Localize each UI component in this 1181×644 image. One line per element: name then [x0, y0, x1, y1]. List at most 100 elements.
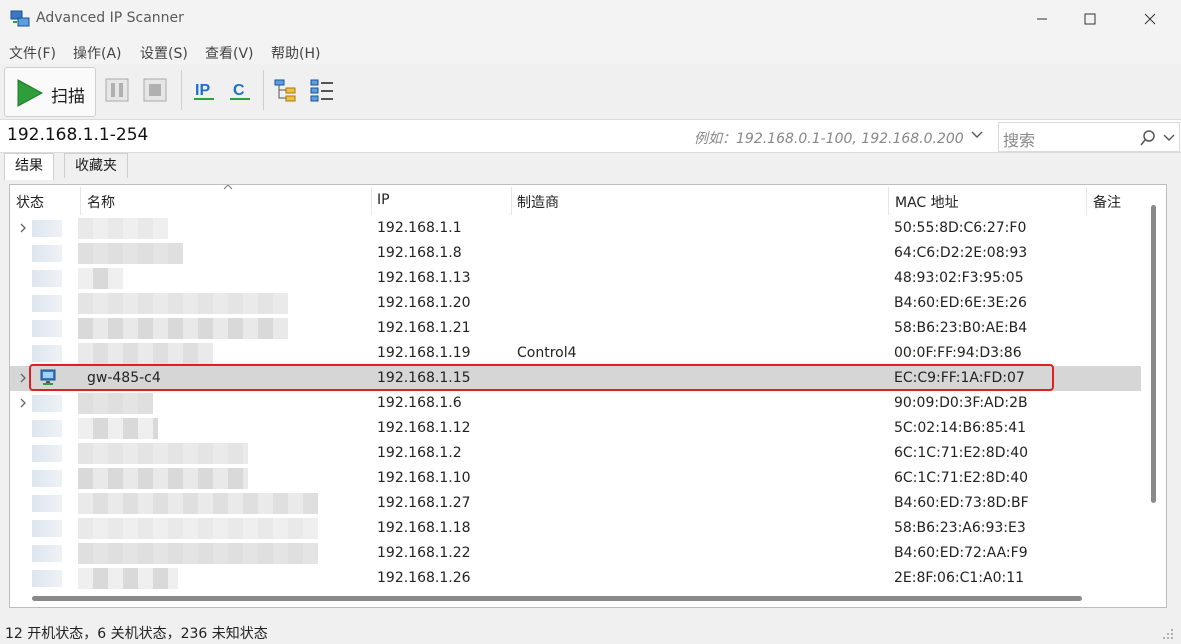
c-button-label: C — [233, 82, 245, 99]
cell-mac: 50:55:8D:C6:27:F0 — [894, 220, 1027, 236]
app-window: Advanced IP Scanner 文件(F) 操作(A) 设置(S) 查看… — [0, 0, 1181, 644]
cell-ip: 192.168.1.22 — [377, 545, 471, 561]
table-row[interactable]: 192.168.1.6 90:09:D0:3F:AD:2B — [10, 391, 1141, 416]
menu-bar: 文件(F) 操作(A) 设置(S) 查看(V) 帮助(H) — [0, 38, 1181, 64]
table-row[interactable]: 192.168.1.21 58:B6:23:B0:AE:B4 — [10, 316, 1141, 341]
cell-ip: 192.168.1.12 — [377, 420, 471, 436]
cell-ip: 192.168.1.21 — [377, 320, 471, 336]
col-vendor[interactable]: 制造商 — [517, 192, 559, 212]
column-divider — [80, 187, 81, 215]
status-icon-blurred — [32, 270, 62, 287]
col-mac[interactable]: MAC 地址 — [895, 192, 959, 212]
ip-range-input[interactable]: 192.168.1.1-254 — [7, 125, 148, 145]
status-icon-blurred — [32, 445, 62, 462]
list-view-button[interactable] — [308, 76, 336, 104]
table-row[interactable]: 192.168.1.1 50:55:8D:C6:27:F0 — [10, 216, 1141, 241]
cell-mac: 2E:8F:06:C1:A0:11 — [894, 570, 1025, 586]
status-text: 12 开机状态，6 关机状态，236 未知状态 — [5, 626, 268, 642]
table-row[interactable]: 192.168.1.12 5C:02:14:B6:85:41 — [10, 416, 1141, 441]
maximize-icon — [1084, 13, 1096, 25]
col-ip[interactable]: IP — [377, 192, 390, 208]
close-icon — [1144, 13, 1156, 25]
stop-icon — [143, 78, 167, 102]
close-button[interactable] — [1127, 0, 1173, 38]
search-input[interactable]: 搜索 — [998, 122, 1180, 152]
menu-file[interactable]: 文件(F) — [9, 43, 56, 63]
address-bar: 192.168.1.1-254 例如：192.168.0.1-100, 192.… — [0, 119, 1181, 153]
search-icon[interactable] — [1139, 129, 1157, 147]
ip-button[interactable]: IP — [190, 76, 218, 104]
table-row[interactable]: 192.168.1.2 6C:1C:71:E2:8D:40 — [10, 441, 1141, 466]
pause-button[interactable] — [103, 76, 131, 104]
col-status[interactable]: 状态 — [16, 192, 44, 212]
column-divider — [371, 187, 372, 215]
table-row[interactable]: 192.168.1.22 B4:60:ED:72:AA:F9 — [10, 541, 1141, 566]
minimize-button[interactable] — [1019, 0, 1065, 38]
expand-chevron-icon[interactable] — [18, 371, 28, 385]
status-icon-blurred — [32, 420, 62, 437]
cell-mac: 6C:1C:71:E2:8D:40 — [894, 445, 1029, 461]
list-icon — [310, 79, 333, 102]
play-icon — [17, 79, 43, 107]
scan-button[interactable]: 扫描 — [4, 67, 96, 117]
cell-mac: 58:B6:23:B0:AE:B4 — [894, 320, 1028, 336]
menu-view[interactable]: 查看(V) — [205, 43, 254, 63]
col-notes[interactable]: 备注 — [1093, 192, 1121, 212]
resize-grip-icon[interactable] — [1162, 628, 1174, 640]
ip-button-label: IP — [195, 82, 210, 99]
cell-vendor: Control4 — [517, 345, 577, 361]
chevron-down-icon[interactable] — [969, 126, 985, 142]
column-divider — [1086, 187, 1087, 215]
status-icon-blurred — [32, 470, 62, 487]
window-title: Advanced IP Scanner — [36, 10, 184, 26]
search-dropdown-icon[interactable] — [1162, 132, 1176, 144]
cell-ip: 192.168.1.10 — [377, 470, 471, 486]
menu-settings[interactable]: 设置(S) — [140, 43, 188, 63]
tab-results[interactable]: 结果 — [4, 153, 54, 180]
tab-favorites[interactable]: 收藏夹 — [64, 153, 128, 178]
expand-chevron-icon[interactable] — [18, 221, 28, 235]
column-divider — [511, 187, 512, 215]
tree-view-button[interactable] — [272, 76, 300, 104]
maximize-button[interactable] — [1067, 0, 1113, 38]
menu-action[interactable]: 操作(A) — [73, 43, 122, 63]
expand-chevron-icon[interactable] — [18, 396, 28, 410]
name-redacted — [78, 543, 318, 564]
table-row[interactable]: 192.168.1.13 48:93:02:F3:95:05 — [10, 266, 1141, 291]
cell-mac: 6C:1C:71:E2:8D:40 — [894, 470, 1029, 486]
cell-mac: B4:60:ED:72:AA:F9 — [894, 545, 1028, 561]
vertical-scrollbar[interactable] — [1151, 205, 1156, 503]
col-name[interactable]: 名称 — [87, 192, 115, 212]
tree-icon — [274, 79, 296, 102]
name-redacted — [78, 418, 158, 439]
status-bar: 12 开机状态，6 关机状态，236 未知状态 — [0, 620, 1181, 644]
table-row[interactable]: 192.168.1.20 B4:60:ED:6E:3E:26 — [10, 291, 1141, 316]
results-table: 状态 名称 IP 制造商 MAC 地址 备注 192.168.1.1 50:55:… — [9, 184, 1167, 608]
table-row[interactable]: 192.168.1.8 64:C6:D2:2E:08:93 — [10, 241, 1141, 266]
cell-ip: 192.168.1.13 — [377, 270, 471, 286]
status-icon-blurred — [32, 395, 62, 412]
name-redacted — [78, 343, 213, 364]
stop-button[interactable] — [141, 76, 169, 104]
table-row[interactable]: 192.168.1.27 B4:60:ED:73:8D:BF — [10, 491, 1141, 516]
status-icon-blurred — [32, 570, 62, 587]
table-row[interactable]: 192.168.1.18 58:B6:23:A6:93:E3 — [10, 516, 1141, 541]
cell-ip: 192.168.1.2 — [377, 445, 462, 461]
toolbar: 扫描 IP C — [0, 64, 1181, 118]
cell-ip: 192.168.1.26 — [377, 570, 471, 586]
column-divider — [888, 187, 889, 215]
c-class-button[interactable]: C — [226, 76, 254, 104]
name-redacted — [78, 568, 178, 589]
horizontal-scrollbar[interactable] — [32, 596, 1082, 601]
status-icon-blurred — [32, 495, 62, 512]
scan-label: 扫描 — [51, 87, 85, 107]
table-row[interactable]: 192.168.1.19 Control4 00:0F:FF:94:D3:86 — [10, 341, 1141, 366]
title-bar: Advanced IP Scanner — [0, 0, 1181, 38]
toolbar-divider — [263, 70, 264, 110]
status-icon-blurred — [32, 220, 62, 237]
cell-ip: 192.168.1.6 — [377, 395, 462, 411]
cell-ip: 192.168.1.8 — [377, 245, 462, 261]
table-row[interactable]: 192.168.1.10 6C:1C:71:E2:8D:40 — [10, 466, 1141, 491]
menu-help[interactable]: 帮助(H) — [271, 43, 320, 63]
table-row[interactable]: 192.168.1.26 2E:8F:06:C1:A0:11 — [10, 566, 1141, 591]
